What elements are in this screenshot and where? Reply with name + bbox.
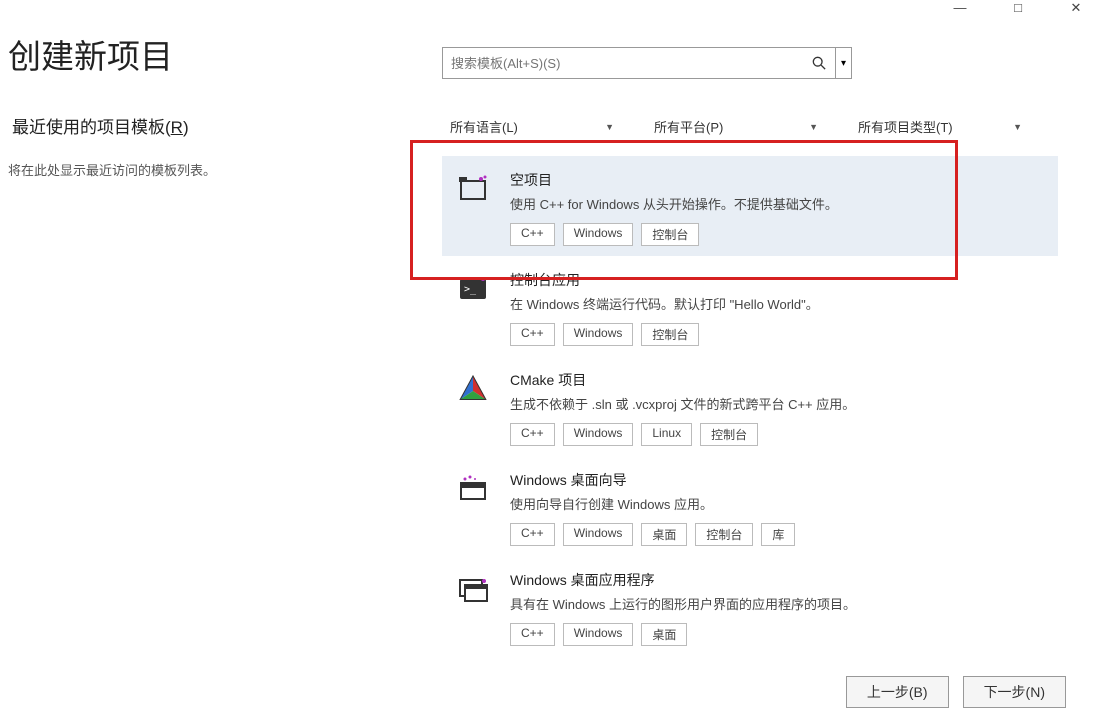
template-desktop-app[interactable]: Windows 桌面应用程序 具有在 Windows 上运行的图形用户界面的应用… <box>442 556 1058 656</box>
recent-templates-heading: 最近使用的项目模板(R) <box>12 113 189 138</box>
search-dropdown[interactable]: ▾ <box>835 48 851 78</box>
cmake-icon <box>456 372 490 406</box>
tag: C++ <box>510 623 555 646</box>
page-title: 创建新项目 <box>8 30 173 78</box>
template-list: 空项目 使用 C++ for Windows 从头开始操作。不提供基础文件。 C… <box>442 156 1058 656</box>
template-name: Windows 桌面向导 <box>510 470 1048 490</box>
svg-text:>_: >_ <box>464 284 477 295</box>
tag: Windows <box>563 323 634 346</box>
tag: 控制台 <box>641 323 699 346</box>
empty-project-icon <box>456 172 490 206</box>
recent-empty-text: 将在此处显示最近访问的模板列表。 <box>8 160 216 179</box>
template-desc: 具有在 Windows 上运行的图形用户界面的应用程序的项目。 <box>510 594 1048 613</box>
search-icon[interactable] <box>803 48 835 78</box>
tag: C++ <box>510 223 555 246</box>
tag: C++ <box>510 423 555 446</box>
console-app-icon: >_ <box>456 272 490 306</box>
filter-row: 所有语言(L)▼ 所有平台(P)▼ 所有项目类型(T)▼ <box>450 117 1062 136</box>
footer-buttons: 上一步(B) 下一步(N) <box>846 676 1066 708</box>
tag: Windows <box>563 423 634 446</box>
chevron-down-icon: ▼ <box>605 122 614 132</box>
tag: Windows <box>563 223 634 246</box>
back-button[interactable]: 上一步(B) <box>846 676 949 708</box>
template-desc: 在 Windows 终端运行代码。默认打印 "Hello World"。 <box>510 294 1048 313</box>
tag: C++ <box>510 323 555 346</box>
window-controls: — □ ✕ <box>930 0 1106 16</box>
tag: 库 <box>761 523 795 546</box>
tag: 桌面 <box>641 523 687 546</box>
template-name: 控制台应用 <box>510 270 1048 290</box>
minimize-button[interactable]: — <box>940 0 980 16</box>
wizard-icon <box>456 472 490 506</box>
close-button[interactable]: ✕ <box>1056 0 1096 16</box>
maximize-button[interactable]: □ <box>998 0 1038 16</box>
filter-platform[interactable]: 所有平台(P)▼ <box>654 117 858 136</box>
tag: 控制台 <box>695 523 753 546</box>
tag: Windows <box>563 623 634 646</box>
search-input[interactable] <box>443 56 803 71</box>
template-empty-project[interactable]: 空项目 使用 C++ for Windows 从头开始操作。不提供基础文件。 C… <box>442 156 1058 256</box>
next-button[interactable]: 下一步(N) <box>963 676 1066 708</box>
tag: C++ <box>510 523 555 546</box>
template-cmake[interactable]: CMake 项目 生成不依赖于 .sln 或 .vcxproj 文件的新式跨平台… <box>442 356 1058 456</box>
template-desc: 使用向导自行创建 Windows 应用。 <box>510 494 1048 513</box>
template-name: CMake 项目 <box>510 370 1048 390</box>
tag: 控制台 <box>700 423 758 446</box>
template-name: 空项目 <box>510 170 1048 190</box>
template-desktop-wizard[interactable]: Windows 桌面向导 使用向导自行创建 Windows 应用。 C++ Wi… <box>442 456 1058 556</box>
search-box[interactable]: ▾ <box>442 47 852 79</box>
tag: Windows <box>563 523 634 546</box>
filter-type[interactable]: 所有项目类型(T)▼ <box>858 117 1062 136</box>
filter-language[interactable]: 所有语言(L)▼ <box>450 117 654 136</box>
chevron-down-icon: ▼ <box>1013 122 1022 132</box>
tag: 桌面 <box>641 623 687 646</box>
tag: Linux <box>641 423 692 446</box>
template-desc: 生成不依赖于 .sln 或 .vcxproj 文件的新式跨平台 C++ 应用。 <box>510 394 1048 413</box>
desktop-app-icon <box>456 572 490 606</box>
template-desc: 使用 C++ for Windows 从头开始操作。不提供基础文件。 <box>510 194 1048 213</box>
tag: 控制台 <box>641 223 699 246</box>
template-name: Windows 桌面应用程序 <box>510 570 1048 590</box>
chevron-down-icon: ▼ <box>809 122 818 132</box>
template-console-app[interactable]: >_ 控制台应用 在 Windows 终端运行代码。默认打印 "Hello Wo… <box>442 256 1058 356</box>
